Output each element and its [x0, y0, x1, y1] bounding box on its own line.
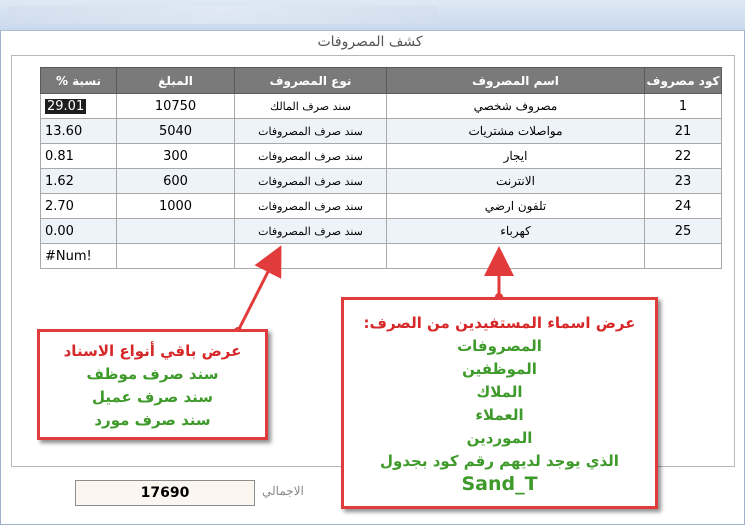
- table-row[interactable]: 21 مواصلات مشتريات سند صرف المصروفات 504…: [40, 118, 722, 144]
- expenses-grid: كود مصروف اسم المصروف نوع المصروف المبلغ…: [40, 67, 722, 269]
- annotation-line: Sand_T: [461, 473, 538, 495]
- cell-amount[interactable]: [116, 243, 235, 269]
- cell-code[interactable]: 24: [644, 193, 722, 219]
- annotation-line: عرض اسماء المستفيدين من الصرف:: [363, 314, 636, 332]
- cell-amount[interactable]: 600: [116, 168, 235, 194]
- window-titlebar[interactable]: [0, 0, 745, 31]
- table-row[interactable]: 23 الانترنت سند صرف المصروفات 600 1.62: [40, 168, 722, 194]
- table-row[interactable]: 25 كهرباء سند صرف المصروفات 0.00: [40, 218, 722, 244]
- cell-code[interactable]: 21: [644, 118, 722, 144]
- cell-type[interactable]: سند صرف المصروفات: [234, 193, 387, 219]
- selected-percent-value[interactable]: 29.01: [45, 98, 87, 114]
- cell-name[interactable]: مصروف شخصي: [386, 93, 645, 119]
- table-row[interactable]: 1 مصروف شخصي سند صرف المالك 10750 29.01: [40, 93, 722, 119]
- col-header-percent[interactable]: نسبة %: [40, 67, 117, 94]
- cell-percent[interactable]: 13.60: [40, 118, 117, 144]
- cell-type[interactable]: سند صرف المصروفات: [234, 143, 387, 169]
- table-row[interactable]: 22 ايجار سند صرف المصروفات 300 0.81: [40, 143, 722, 169]
- cell-percent[interactable]: 2.70: [40, 193, 117, 219]
- cell-percent[interactable]: 1.62: [40, 168, 117, 194]
- cell-percent[interactable]: 0.00: [40, 218, 117, 244]
- grid-header-row: كود مصروف اسم المصروف نوع المصروف المبلغ…: [40, 67, 722, 94]
- cell-amount[interactable]: 10750: [116, 93, 235, 119]
- cell-type[interactable]: سند صرف المصروفات: [234, 118, 387, 144]
- cell-code[interactable]: [644, 243, 722, 269]
- annotation-line: الموظفين: [462, 360, 537, 378]
- table-row-totals[interactable]: #Num!: [40, 243, 722, 269]
- annotation-line: عرض باقي أنواع الاسناد: [63, 342, 242, 360]
- cell-type[interactable]: [234, 243, 387, 269]
- annotation-voucher-types: عرض باقي أنواع الاسناد سند صرف موظف سند …: [37, 329, 268, 440]
- cell-code[interactable]: 22: [644, 143, 722, 169]
- cell-code[interactable]: 25: [644, 218, 722, 244]
- annotation-beneficiaries: عرض اسماء المستفيدين من الصرف: المصروفات…: [341, 297, 658, 509]
- cell-type[interactable]: سند صرف المصروفات: [234, 218, 387, 244]
- table-row[interactable]: 24 تلفون ارضي سند صرف المصروفات 1000 2.7…: [40, 193, 722, 219]
- annotation-line: العملاء: [475, 406, 524, 424]
- cell-name[interactable]: كهرباء: [386, 218, 645, 244]
- total-field[interactable]: 17690: [75, 480, 255, 506]
- annotation-line: الملاك: [476, 383, 523, 401]
- cell-amount[interactable]: [116, 218, 235, 244]
- form-title: كشف المصروفات: [317, 34, 423, 50]
- cell-percent[interactable]: 29.01: [40, 93, 117, 119]
- cell-name[interactable]: مواصلات مشتريات: [386, 118, 645, 144]
- cell-name[interactable]: تلفون ارضي: [386, 193, 645, 219]
- total-label: الاجمالي: [262, 484, 304, 498]
- annotation-line: سند صرف عميل: [91, 388, 214, 406]
- cell-name[interactable]: الانترنت: [386, 168, 645, 194]
- cell-type[interactable]: سند صرف المصروفات: [234, 168, 387, 194]
- col-header-type[interactable]: نوع المصروف: [234, 67, 387, 94]
- annotation-line: الذي يوجد لديهم رقم كود بجدول: [380, 452, 619, 470]
- col-header-code[interactable]: كود مصروف: [644, 67, 722, 94]
- cell-type[interactable]: سند صرف المالك: [234, 93, 387, 119]
- annotation-line: المصروفات: [457, 337, 542, 355]
- cell-amount[interactable]: 1000: [116, 193, 235, 219]
- col-header-name[interactable]: اسم المصروف: [386, 67, 645, 94]
- blurred-title-area: [8, 6, 438, 24]
- cell-amount[interactable]: 300: [116, 143, 235, 169]
- cell-name[interactable]: ايجار: [386, 143, 645, 169]
- annotation-line: سند صرف موظف: [86, 365, 219, 383]
- annotation-line: سند صرف مورد: [94, 411, 211, 429]
- annotation-line: الموردين: [466, 429, 533, 447]
- cell-code[interactable]: 1: [644, 93, 722, 119]
- cell-code[interactable]: 23: [644, 168, 722, 194]
- cell-amount[interactable]: 5040: [116, 118, 235, 144]
- cell-percent[interactable]: 0.81: [40, 143, 117, 169]
- col-header-amount[interactable]: المبلغ: [116, 67, 235, 94]
- cell-name[interactable]: [386, 243, 645, 269]
- cell-percent[interactable]: #Num!: [40, 243, 117, 269]
